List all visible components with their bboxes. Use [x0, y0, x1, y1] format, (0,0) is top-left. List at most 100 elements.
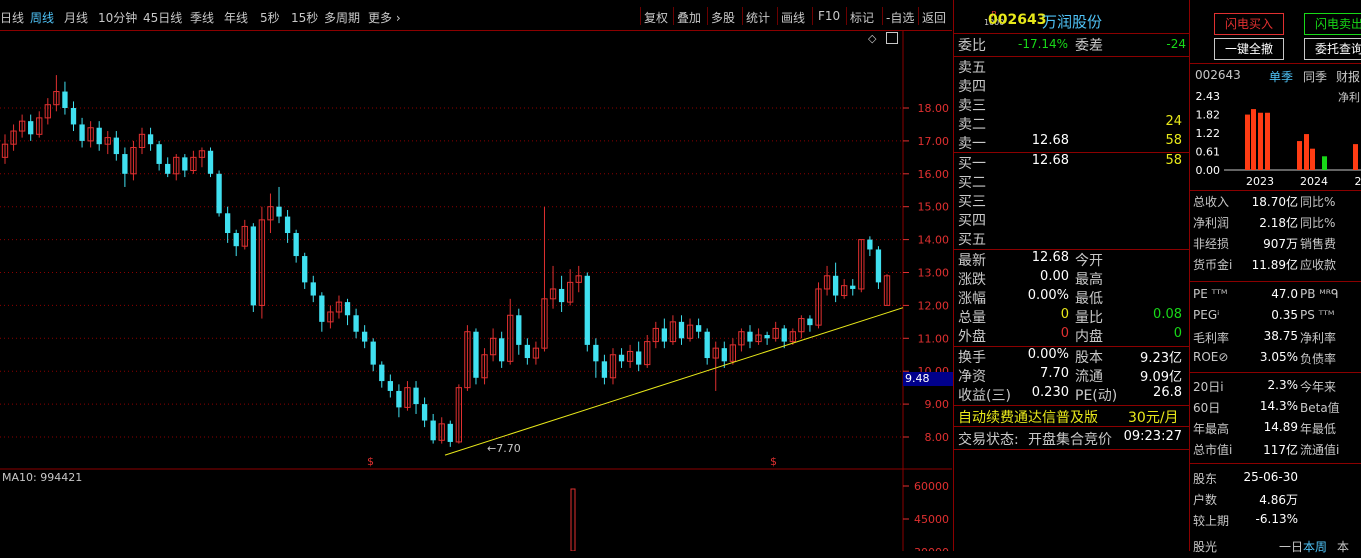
period-15sec[interactable]: 15秒 — [291, 9, 318, 26]
candle — [833, 263, 838, 302]
fin-value: 0.35 — [1271, 308, 1298, 322]
period-more[interactable]: 更多 › — [368, 9, 401, 26]
fin-value: 3.05% — [1260, 350, 1298, 364]
row-value: 9.23亿 — [1140, 347, 1182, 366]
candle — [525, 338, 530, 364]
order-query-button[interactable]: 委托查询 — [1304, 38, 1361, 60]
candle — [679, 315, 684, 345]
fin-value: 47.0 — [1271, 287, 1298, 301]
maximize-icon[interactable] — [886, 32, 898, 44]
period-5sec[interactable]: 5秒 — [260, 9, 280, 26]
bid-row: 买一12.6858 — [958, 153, 1186, 172]
mini-y-tick: 2.43 — [1196, 90, 1221, 103]
stock-name[interactable]: 万润股份 — [1042, 11, 1102, 32]
candle — [696, 319, 701, 339]
row-label: 卖一 — [958, 133, 986, 153]
draw-line-button[interactable]: 画线 — [781, 9, 805, 26]
row-value: 0.08 — [1153, 307, 1182, 322]
watchlist-remove-button[interactable]: -自选 — [886, 9, 914, 26]
f10-button[interactable]: F10 — [818, 9, 840, 23]
tab-same-quarter[interactable]: 同季 — [1303, 68, 1327, 85]
ask-row: 卖五 — [958, 57, 1186, 76]
fin-label: PB ᴹᴿᑫ — [1300, 287, 1339, 301]
candle — [379, 361, 384, 387]
fin-value: 11.89亿 — [1252, 256, 1298, 273]
diamond-icon[interactable]: ◇ — [868, 32, 876, 45]
trend-line[interactable] — [445, 308, 903, 455]
y-tick-label: 17.00 — [918, 135, 950, 148]
row-value: 12.68 — [1032, 250, 1069, 265]
flash-sell-button[interactable]: 闪电卖出 — [1304, 13, 1361, 35]
period-monthly[interactable]: 月线 — [64, 9, 88, 26]
candle — [431, 414, 436, 444]
vol-tick-label: 30000 — [914, 546, 949, 551]
period-45day[interactable]: 45日线 — [143, 9, 182, 26]
statistics-button[interactable]: 统计 — [746, 9, 770, 26]
holder-row: 较上期-6.13% — [1193, 512, 1361, 532]
y-tick-label: 14.00 — [918, 234, 950, 247]
mini-bar — [1251, 109, 1256, 170]
overlay-button[interactable]: 叠加 — [677, 9, 701, 26]
candle — [490, 328, 495, 361]
stat-row: 涨幅0.00%最低 — [958, 288, 1186, 307]
candle — [19, 115, 24, 138]
restore-rights-button[interactable]: 复权 — [644, 9, 668, 26]
candle — [722, 342, 727, 368]
fin-label: 销售费 — [1300, 235, 1336, 252]
candle — [191, 151, 196, 174]
multi-stock-button[interactable]: 多股 — [711, 9, 735, 26]
y-tick-label: 18.00 — [918, 102, 950, 115]
kline-chart[interactable]: 18.0017.0016.0015.0014.0013.0012.0011.00… — [0, 31, 952, 551]
stat-row: 外盘0内盘0 — [958, 326, 1186, 345]
mini-y-tick: 1.22 — [1196, 127, 1221, 140]
performance-row: 20日i2.3%今年来 — [1193, 378, 1361, 398]
fin-label: 净利率 — [1300, 329, 1336, 346]
stat-row: 换手0.00%股本9.23亿 — [958, 347, 1186, 366]
kline-svg[interactable]: 18.0017.0016.0015.0014.0013.0012.0011.00… — [0, 31, 952, 551]
valuation-row: 毛利率38.75净利率 — [1193, 329, 1361, 349]
candle — [62, 82, 67, 115]
y-tick-label: 12.00 — [918, 299, 950, 312]
period-multi[interactable]: 多周期 — [324, 9, 360, 26]
promo-row[interactable]: 自动续费通达信普及版 30元/月 — [958, 407, 1186, 426]
row-value: 12.68 — [1032, 133, 1069, 148]
row-label: PE(动) — [1075, 385, 1117, 405]
candle — [465, 325, 470, 391]
row-value: 0 — [1061, 307, 1069, 322]
row-label: 量比 — [1075, 307, 1103, 327]
mini-year-label: 2024 — [1300, 175, 1328, 188]
fin-label: 股东 — [1193, 470, 1217, 487]
fin-code: 002643 — [1195, 68, 1241, 82]
holder-bottom-row: 股光一日本周本 — [1193, 538, 1361, 558]
bid-row: 买五 — [958, 229, 1186, 248]
cancel-all-button[interactable]: 一键全撤 — [1214, 38, 1284, 60]
back-button[interactable]: 返回 — [922, 9, 946, 26]
y-tick-label: 15.00 — [918, 201, 950, 214]
candle — [585, 273, 590, 352]
tab-single-quarter[interactable]: 单季 — [1269, 68, 1293, 85]
candle — [533, 342, 538, 365]
fin-label: PEGⁱ — [1193, 308, 1219, 322]
row-label: 涨跌 — [958, 269, 986, 289]
candle — [242, 220, 247, 250]
period-year[interactable]: 年线 — [224, 9, 248, 26]
row-value: 58 — [1165, 133, 1182, 148]
period-daily[interactable]: 日线 — [0, 9, 24, 26]
row-label: 换手 — [958, 347, 986, 367]
mark-button[interactable]: 标记 — [850, 9, 874, 26]
tab-report[interactable]: 财报 — [1336, 68, 1360, 85]
y-tick-label: 9.00 — [925, 398, 950, 411]
period-10min[interactable]: 10分钟 — [98, 9, 137, 26]
row-label: 买二 — [958, 172, 986, 192]
indicator-label: MA10: 994421 — [2, 471, 82, 484]
fin-value: 25-06-30 — [1244, 470, 1298, 484]
fin-label: PE ᵀᵀᴹ — [1193, 287, 1227, 301]
tab-this-week[interactable]: 本周 — [1303, 538, 1327, 555]
flash-buy-button[interactable]: 闪电买入 — [1214, 13, 1284, 35]
vol-tick-label: 45000 — [914, 513, 949, 526]
period-quarter[interactable]: 季线 — [190, 9, 214, 26]
weibi-row: 委比 -17.14% 委差 -24 — [958, 35, 1186, 54]
trade-status-row: 交易状态: 开盘集合竞价 09:23:27 — [958, 429, 1186, 448]
period-weekly[interactable]: 周线 — [30, 9, 54, 26]
row-value: 0.00% — [1028, 347, 1069, 362]
